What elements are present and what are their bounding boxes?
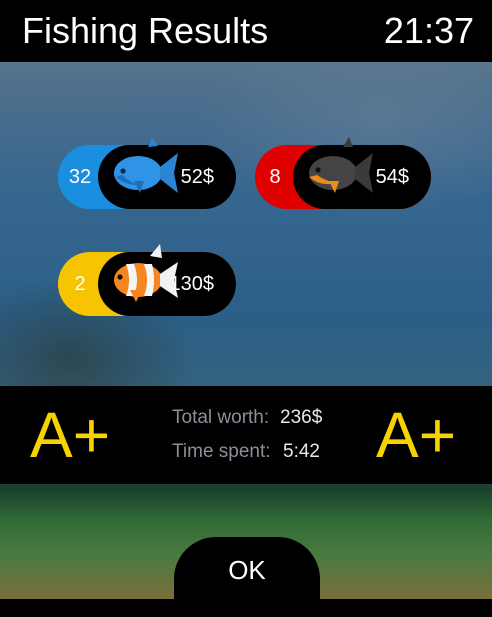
top-bar: Fishing Results 21:37 — [0, 0, 492, 62]
catch-price: 130$ — [169, 273, 215, 295]
results-summary-bar: A+ Total worth: 236$ Time spent: 5:42 A+ — [0, 386, 492, 484]
grade-left: A+ — [30, 399, 111, 471]
catch-card-black-fish: 8 54$ — [255, 137, 431, 209]
ok-button[interactable]: OK — [174, 537, 320, 617]
time-spent-value: 5:42 — [283, 441, 320, 462]
total-worth-value: 236$ — [280, 407, 323, 428]
catch-count: 2 — [74, 272, 86, 295]
page-title: Fishing Results — [22, 10, 269, 51]
catch-card-blue-fish: 32 52$ — [58, 137, 236, 209]
clock-time: 21:37 — [383, 10, 474, 51]
black-fish-icon — [309, 137, 373, 193]
grade-right: A+ — [376, 399, 457, 471]
time-spent-label: Time spent: — [172, 441, 271, 462]
catch-price: 54$ — [375, 166, 409, 188]
catch-price: 52$ — [180, 166, 214, 188]
catch-count: 8 — [269, 165, 281, 188]
catch-count: 32 — [68, 165, 92, 188]
total-worth-label: Total worth: — [172, 407, 270, 428]
catch-card-clownfish: 2 130$ — [58, 244, 236, 316]
blue-fish-icon — [114, 137, 178, 193]
